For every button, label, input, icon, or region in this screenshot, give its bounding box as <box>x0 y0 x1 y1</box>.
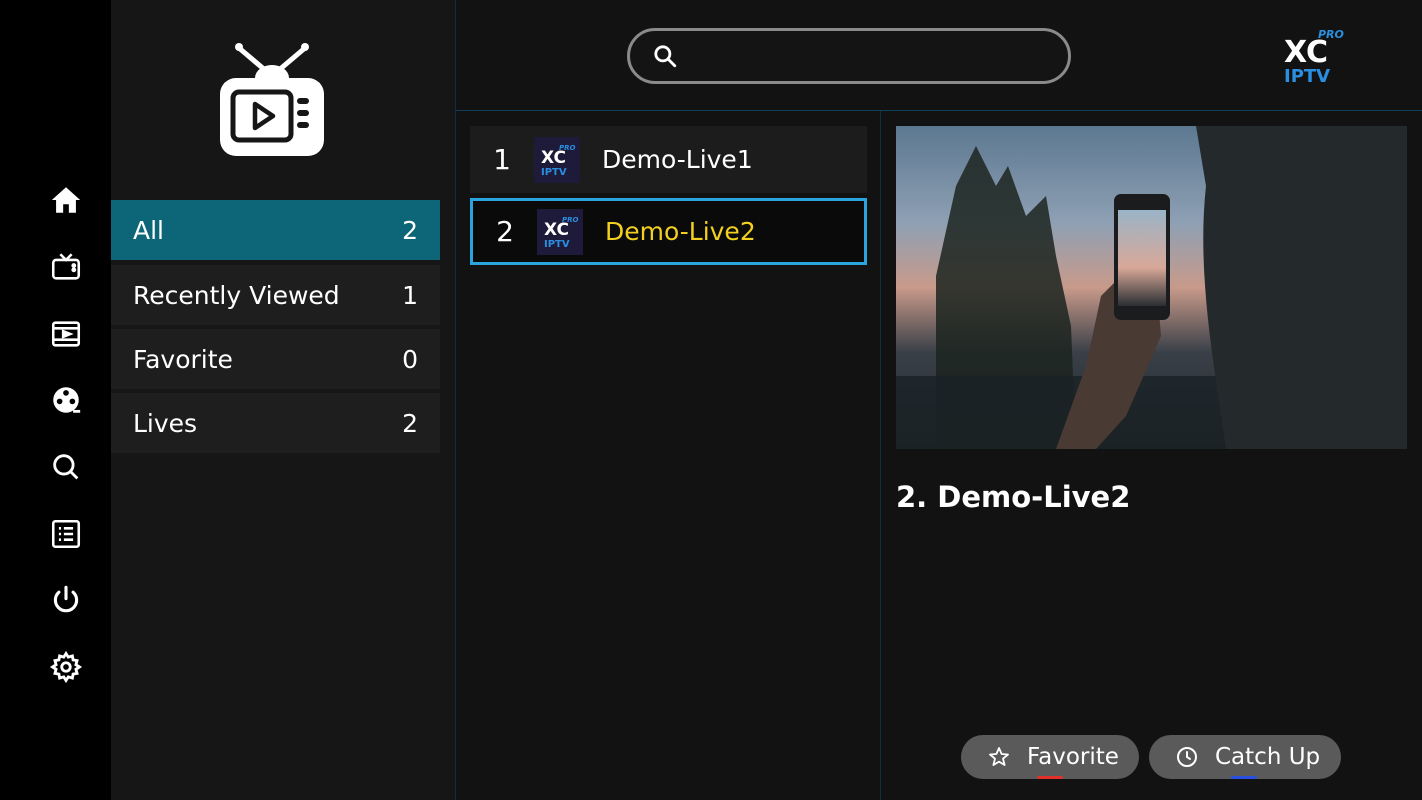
search-bar[interactable] <box>627 28 1071 84</box>
svg-text:IPTV: IPTV <box>541 167 567 178</box>
channel-logo: XC PRO IPTV <box>534 136 580 183</box>
xc-iptv-pro-logo: XC PRO IPTV <box>1284 28 1344 86</box>
search-icon <box>654 45 677 68</box>
category-favorite[interactable]: Favorite 0 <box>111 329 440 389</box>
category-all[interactable]: All 2 <box>111 200 440 260</box>
clock-icon <box>1177 747 1197 767</box>
red-key-indicator <box>1037 776 1063 779</box>
channel-logo: XC PRO IPTV <box>537 208 583 255</box>
blue-key-indicator <box>1231 776 1257 779</box>
panel-divider <box>880 111 881 800</box>
category-recently-viewed[interactable]: Recently Viewed 1 <box>111 265 440 325</box>
live-tv-logo-icon <box>220 43 324 156</box>
search-input[interactable] <box>690 36 1068 76</box>
svg-text:IPTV: IPTV <box>544 239 570 250</box>
star-icon <box>989 747 1009 766</box>
panel-divider <box>455 0 456 800</box>
favorite-label: Favorite <box>1027 744 1119 770</box>
search-icon[interactable] <box>48 449 84 485</box>
channel-number: 1 <box>493 143 511 176</box>
category-label: Lives <box>133 408 198 438</box>
favorite-button[interactable]: Favorite <box>961 735 1139 779</box>
category-label: All <box>133 215 164 245</box>
preview-title: 2. Demo-Live2 <box>896 480 1131 514</box>
channel-item[interactable]: 2 XC PRO IPTV Demo-Live2 <box>470 198 867 265</box>
channel-number: 2 <box>496 215 514 248</box>
settings-icon[interactable] <box>48 649 84 685</box>
category-label: Favorite <box>133 344 233 374</box>
live-tv-icon[interactable] <box>48 249 84 285</box>
svg-text:PRO: PRO <box>1318 28 1344 41</box>
category-label: Recently Viewed <box>133 280 340 310</box>
channel-name: Demo-Live2 <box>605 217 756 246</box>
movies-icon[interactable] <box>48 316 84 352</box>
category-panel: All 2 Recently Viewed 1 Favorite 0 Lives… <box>111 0 455 800</box>
svg-text:IPTV: IPTV <box>1284 66 1330 86</box>
icon-rail <box>0 0 111 800</box>
epg-list-icon[interactable] <box>48 516 84 552</box>
channel-item[interactable]: 1 XC PRO IPTV Demo-Live1 <box>470 126 867 193</box>
catch-up-button[interactable]: Catch Up <box>1149 735 1341 779</box>
category-count: 2 <box>402 408 418 438</box>
power-icon[interactable] <box>48 582 84 618</box>
series-icon[interactable] <box>48 382 84 418</box>
category-count: 0 <box>402 344 418 374</box>
home-icon[interactable] <box>48 182 84 218</box>
catch-up-label: Catch Up <box>1215 744 1321 770</box>
category-count: 2 <box>402 215 418 245</box>
svg-text:PRO: PRO <box>559 144 576 152</box>
svg-text:PRO: PRO <box>562 216 579 224</box>
category-count: 1 <box>402 280 418 310</box>
preview-player[interactable] <box>896 126 1407 449</box>
category-lives[interactable]: Lives 2 <box>111 393 440 453</box>
header-divider <box>456 110 1422 111</box>
channel-name: Demo-Live1 <box>602 145 753 174</box>
